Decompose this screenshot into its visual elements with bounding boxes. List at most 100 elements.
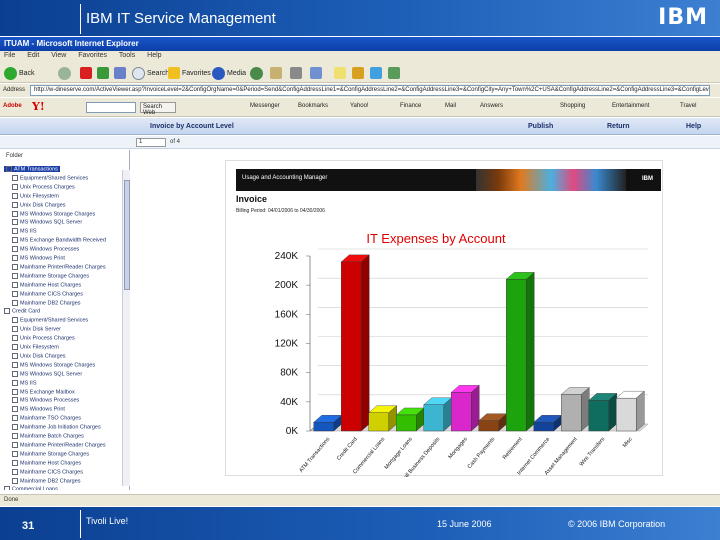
stop-button[interactable]	[80, 66, 92, 80]
y-tick-label: 40K	[280, 397, 298, 408]
bar-side	[581, 387, 590, 432]
tree-item[interactable]: Unix Disk Server	[12, 326, 61, 333]
bookmarks-link[interactable]: Bookmarks	[298, 103, 328, 109]
tree-item[interactable]: MS Windows Processes	[12, 246, 79, 253]
messenger-link[interactable]: Messenger	[250, 103, 280, 109]
tree-item[interactable]: Mainframe Host Charges	[12, 460, 81, 466]
tree-item[interactable]: Credit Card	[4, 308, 40, 315]
adobe-link[interactable]: Adobe	[3, 103, 22, 109]
answers-link[interactable]: Answers	[480, 103, 503, 109]
tree-scrollbar[interactable]	[122, 170, 130, 486]
category-label: Wire Transfers	[579, 436, 607, 467]
tree-item[interactable]: Mainframe Batch Charges	[12, 433, 84, 439]
refresh-button[interactable]	[97, 66, 109, 80]
bar	[368, 412, 389, 432]
tools-button[interactable]	[388, 66, 400, 80]
tree-item[interactable]: MS Windows SQL Server	[12, 219, 82, 226]
tree-item[interactable]: Equipment/Shared Services	[12, 175, 88, 181]
menu-favorites[interactable]: Favorites	[78, 52, 107, 59]
tree-item[interactable]: Mainframe CICS Charges	[12, 291, 83, 297]
tree-item[interactable]: Unix Disk Charges	[12, 353, 66, 359]
tree-item[interactable]: Mainframe CICS Charges	[12, 469, 83, 475]
tree-item[interactable]: ATM Transactions	[4, 166, 60, 173]
home-icon	[114, 67, 126, 79]
tree-item[interactable]: MS IIS	[12, 228, 37, 235]
tree-item[interactable]: Unix Filesystem	[12, 344, 59, 350]
menu-tools[interactable]: Tools	[119, 52, 135, 59]
y-tick-label: 80K	[280, 368, 298, 379]
tree-item[interactable]: MS Windows Storage Charges	[12, 211, 95, 217]
tree-item[interactable]: MS Windows Print	[12, 406, 65, 413]
category-label: Retirement	[502, 436, 524, 461]
yahoo-home-link[interactable]: Yahoo!	[350, 103, 369, 109]
home-button[interactable]	[114, 66, 126, 80]
folder-button[interactable]	[352, 66, 364, 80]
help-link[interactable]: Help	[686, 123, 701, 130]
tree-item[interactable]: Mainframe DB2 Charges	[12, 300, 81, 306]
tree-item[interactable]: MS Windows Storage Charges	[12, 362, 95, 368]
report-nav-bar: Invoice by Account Level Publish Return …	[0, 118, 720, 135]
travel-link[interactable]: Travel	[680, 103, 696, 109]
bar	[423, 404, 444, 432]
tree-item[interactable]: Mainframe Storage Charges	[12, 451, 89, 457]
bar	[533, 422, 554, 432]
tree-item[interactable]: Unix Filesystem	[12, 193, 59, 199]
tree-item[interactable]: Unix Process Charges	[12, 335, 75, 342]
mail-button[interactable]	[270, 66, 282, 80]
tree-item[interactable]: Mainframe TSO Charges	[12, 415, 81, 422]
bar	[506, 279, 527, 432]
yahoo-logo-icon[interactable]: Y!	[32, 100, 45, 113]
search-web-button[interactable]: Search Web	[140, 102, 176, 116]
media-button[interactable]: Media	[212, 66, 246, 80]
menu-edit[interactable]: Edit	[27, 52, 39, 59]
print-button[interactable]	[290, 66, 302, 80]
header-divider	[80, 4, 81, 34]
y-tick-label: 0K	[286, 426, 299, 437]
tree-item[interactable]: MS IIS	[12, 380, 37, 386]
favorites-button[interactable]: Favorites	[168, 66, 211, 80]
tree-item[interactable]: Mainframe Printer/Reader Charges	[12, 264, 106, 270]
entertainment-link[interactable]: Entertainment	[612, 103, 649, 109]
tree-item[interactable]: Unix Disk Charges	[12, 202, 66, 208]
tree-item[interactable]: MS Exchange Mailbox	[12, 389, 75, 395]
edit-button[interactable]	[310, 66, 322, 80]
category-label: ATM Transactions	[298, 436, 331, 474]
tree-item[interactable]: Mainframe Job Initiation Charges	[12, 424, 101, 431]
notes-button[interactable]	[334, 66, 346, 80]
tree-item[interactable]: MS Windows Processes	[12, 397, 79, 404]
browser-status-bar: Done	[0, 494, 720, 506]
notes-icon	[334, 67, 346, 79]
tree-scroll-thumb[interactable]	[124, 180, 130, 290]
search-button[interactable]: Search	[132, 66, 169, 80]
menu-view[interactable]: View	[51, 52, 66, 59]
tree-item[interactable]: Commercial Loans	[4, 486, 58, 490]
report-pager: 1 of 4	[0, 136, 720, 149]
back-button[interactable]: Back	[4, 66, 35, 80]
tree-item[interactable]: MS Windows SQL Server	[12, 371, 82, 377]
chart-title: IT Expenses by Account	[366, 231, 506, 246]
tree-item[interactable]: Mainframe Printer/Reader Charges	[12, 442, 106, 448]
tree-item[interactable]: MS Exchange Bandwidth Received	[12, 237, 106, 244]
shopping-link[interactable]: Shopping	[560, 103, 585, 109]
tree-item[interactable]: Mainframe Storage Charges	[12, 273, 89, 279]
menu-file[interactable]: File	[4, 52, 15, 59]
mail-link[interactable]: Mail	[445, 103, 456, 109]
page-number: 31	[22, 520, 35, 532]
history-button[interactable]	[250, 66, 263, 80]
messenger-button[interactable]	[370, 66, 382, 80]
forward-button[interactable]	[58, 66, 71, 80]
tree-item[interactable]: Equipment/Shared Services	[12, 317, 88, 324]
tree-item[interactable]: MS Windows Print	[12, 255, 65, 261]
return-link[interactable]: Return	[607, 123, 630, 130]
tree-item[interactable]: Mainframe DB2 Charges	[12, 478, 81, 484]
bar-side	[471, 384, 480, 432]
tree-item[interactable]: Unix Process Charges	[12, 184, 75, 190]
page-number-input[interactable]: 1	[136, 138, 166, 147]
address-input[interactable]: http://w-dineserve.com/ActiveViewer.asp?…	[30, 85, 710, 96]
slide-header: IBM IT Service Management IBM	[0, 0, 720, 36]
menu-help[interactable]: Help	[147, 52, 161, 59]
tree-item[interactable]: Mainframe Host Charges	[12, 282, 81, 288]
yahoo-search-input[interactable]	[86, 102, 136, 113]
publish-link[interactable]: Publish	[528, 123, 553, 130]
finance-link[interactable]: Finance	[400, 103, 421, 109]
